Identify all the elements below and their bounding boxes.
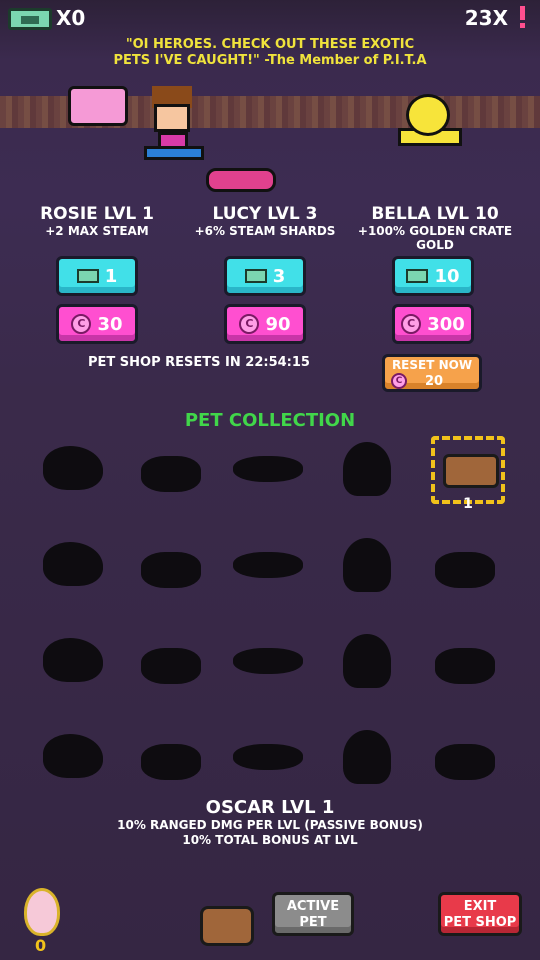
pet-slot-locked[interactable] bbox=[35, 436, 109, 504]
reset-cost-value: 20 bbox=[425, 373, 444, 389]
active-pet-sprite bbox=[200, 906, 254, 946]
merchant-quote: "OI HEROES. CHECK OUT THESE EXOTIC PETS … bbox=[0, 37, 540, 69]
shop-pet-name: ROSIE LVL 1 bbox=[40, 204, 154, 224]
gem-icon: C bbox=[71, 314, 92, 334]
egg-icon[interactable] bbox=[24, 888, 60, 936]
pet-slot-locked[interactable] bbox=[231, 436, 305, 504]
reset-cost: C 20 bbox=[391, 373, 443, 389]
pet-slot-locked[interactable] bbox=[427, 724, 501, 792]
pet-slot-locked[interactable] bbox=[133, 532, 207, 600]
cash-icon bbox=[8, 8, 52, 30]
oscar-pet-sprite bbox=[443, 454, 499, 488]
pet-slot-locked[interactable] bbox=[329, 532, 403, 600]
pet-slot-count: 1 bbox=[463, 496, 473, 512]
buy-bella-cash-button[interactable]: 10 bbox=[392, 256, 474, 296]
cash-count: X0 bbox=[56, 6, 86, 30]
shop-pet-name: LUCY LVL 3 bbox=[212, 204, 318, 224]
exit-pet-shop-button[interactable]: EXIT PET SHOP bbox=[438, 892, 522, 936]
active-pet-label-1: ACTIVE bbox=[286, 899, 340, 914]
top-bar: X0 23X bbox=[0, 0, 540, 36]
selected-pet-bonus: 10% RANGED DMG PER LVL (PASSIVE BONUS) bbox=[117, 818, 423, 832]
pet-slot-locked[interactable] bbox=[231, 532, 305, 600]
quote-line-1: "OI HEROES. CHECK OUT THESE EXOTIC bbox=[125, 37, 415, 52]
shop-pet-desc: +2 MAX STEAM bbox=[45, 224, 149, 238]
pet-slot-oscar-selected[interactable]: 1 bbox=[431, 436, 505, 512]
pet-slot-locked[interactable] bbox=[133, 724, 207, 792]
shop-pet-desc: +100% GOLDEN CRATE GOLD bbox=[357, 224, 513, 252]
pet-slot-locked[interactable] bbox=[133, 628, 207, 696]
pet-slot-locked[interactable] bbox=[329, 436, 403, 504]
worm-pet-sprite bbox=[206, 168, 276, 192]
snail-pet-sprite bbox=[398, 94, 462, 148]
cash-price: 10 bbox=[434, 265, 460, 287]
selected-pet-info: OSCAR LVL 1 10% RANGED DMG PER LVL (PASS… bbox=[0, 798, 540, 848]
pet-slot-locked[interactable] bbox=[35, 628, 109, 696]
quote-line-2: PETS I'VE CAUGHT!" -The Member of P.I.T.… bbox=[113, 53, 427, 68]
pet-slot-locked[interactable] bbox=[231, 724, 305, 792]
buy-lucy-cash-button[interactable]: 3 bbox=[224, 256, 306, 296]
pet-collection-title: PET COLLECTION bbox=[184, 410, 356, 431]
shop-pet-rosie: ROSIE LVL 1 +2 MAX STEAM bbox=[12, 204, 182, 238]
pet-slot-locked[interactable] bbox=[329, 724, 403, 792]
pet-slot-locked[interactable] bbox=[231, 628, 305, 696]
pet-slot-locked[interactable] bbox=[329, 628, 403, 696]
gem-price: 30 bbox=[97, 313, 123, 335]
exit-label-1: EXIT bbox=[463, 899, 497, 914]
hero-character-sprite bbox=[140, 86, 206, 164]
cash-price: 3 bbox=[272, 265, 286, 287]
active-pet-button[interactable]: ACTIVE PET bbox=[272, 892, 354, 936]
gem-price: 90 bbox=[265, 313, 291, 335]
gem-icon: C bbox=[401, 314, 422, 334]
shop-pet-name: BELLA LVL 10 bbox=[371, 204, 499, 224]
gem-icon: C bbox=[391, 373, 407, 389]
gem-price: 300 bbox=[427, 313, 465, 335]
selected-pet-total: 10% TOTAL BONUS AT LVL bbox=[182, 833, 358, 847]
gem-icon: C bbox=[239, 314, 260, 334]
cash-icon bbox=[76, 269, 99, 283]
pet-slot-locked[interactable] bbox=[427, 628, 501, 696]
shop-pet-bella: BELLA LVL 10 +100% GOLDEN CRATE GOLD bbox=[350, 204, 520, 252]
shop-pet-lucy: LUCY LVL 3 +6% STEAM SHARDS bbox=[180, 204, 350, 238]
exit-label-2: PET SHOP bbox=[443, 915, 517, 930]
buy-rosie-gem-button[interactable]: C 30 bbox=[56, 304, 138, 344]
pet-slot-locked[interactable] bbox=[35, 532, 109, 600]
buy-bella-gem-button[interactable]: C 300 bbox=[392, 304, 474, 344]
cash-price: 1 bbox=[104, 265, 118, 287]
shop-reset-timer: PET SHOP RESETS IN 22:54:15 bbox=[88, 355, 310, 370]
pet-shop-screen: X0 23X "OI HEROES. CHECK OUT THESE EXOTI… bbox=[0, 0, 540, 960]
buy-rosie-cash-button[interactable]: 1 bbox=[56, 256, 138, 296]
egg-count: 0 bbox=[35, 936, 47, 955]
cash-icon bbox=[244, 269, 267, 283]
active-pet-label-2: PET bbox=[299, 915, 327, 930]
buy-lucy-gem-button[interactable]: C 90 bbox=[224, 304, 306, 344]
shop-pet-desc: +6% STEAM SHARDS bbox=[194, 224, 336, 238]
pet-slot-locked[interactable] bbox=[133, 436, 207, 504]
pig-pet-sprite bbox=[68, 86, 128, 126]
pet-slot-locked[interactable] bbox=[35, 724, 109, 792]
cash-icon bbox=[406, 269, 429, 283]
reset-now-button[interactable]: RESET NOW C 20 bbox=[382, 354, 482, 392]
exclamation-icon[interactable] bbox=[520, 6, 526, 28]
reset-now-label: RESET NOW bbox=[391, 358, 473, 372]
selected-pet-name: OSCAR LVL 1 bbox=[205, 797, 335, 818]
pet-slot-locked[interactable] bbox=[427, 532, 501, 600]
multiplier-label: 23X bbox=[464, 6, 508, 30]
